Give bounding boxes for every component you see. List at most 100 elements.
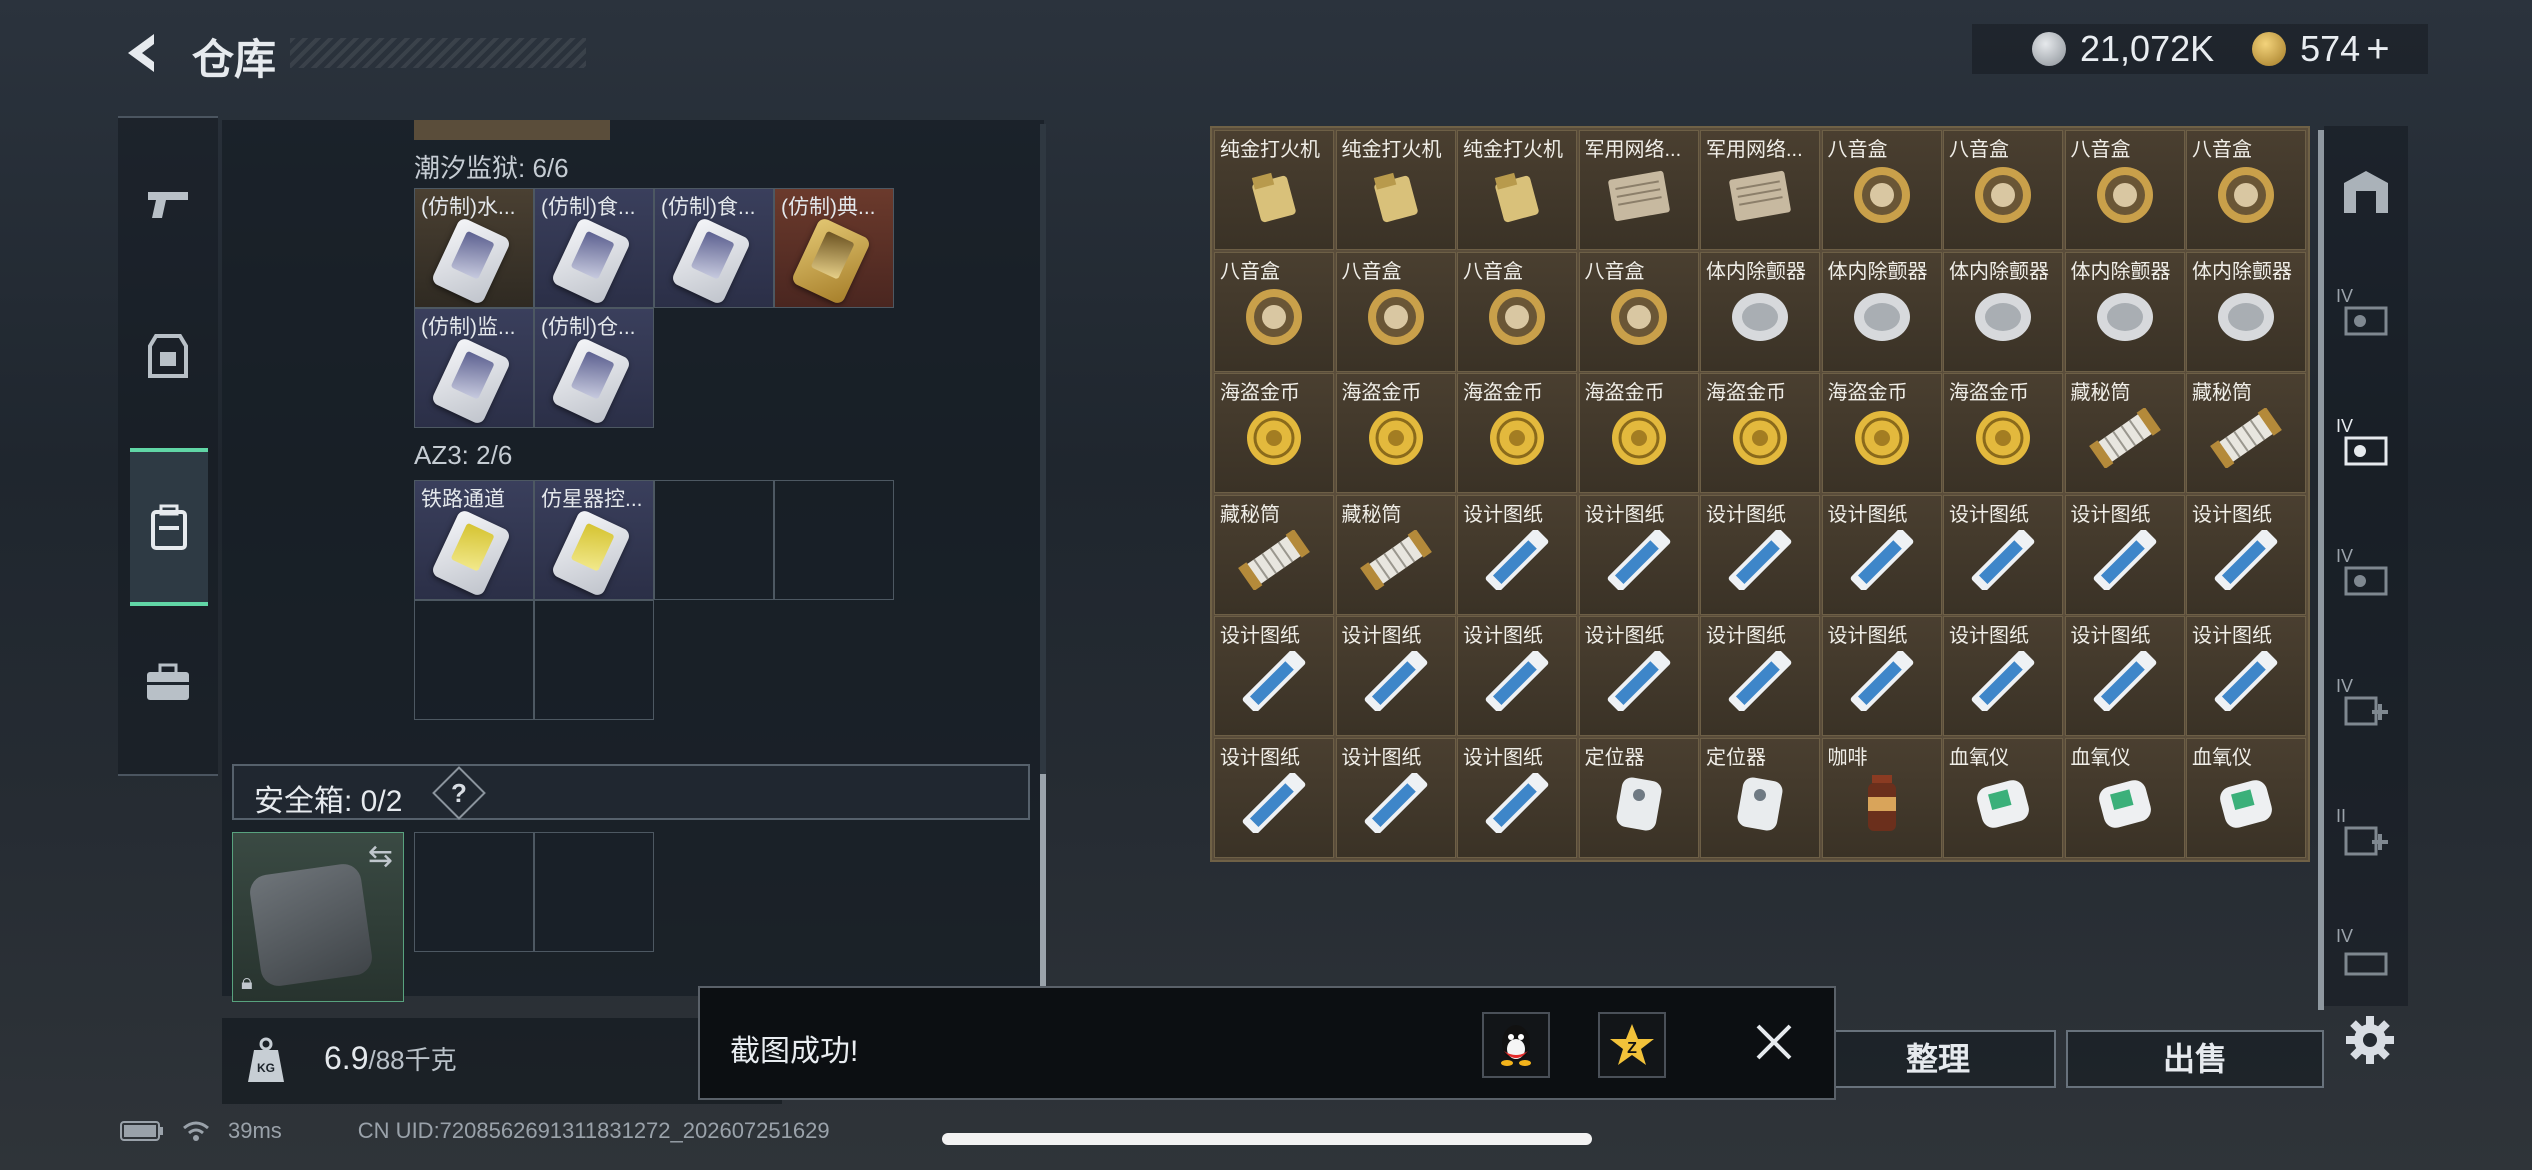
empty-slot[interactable] bbox=[774, 480, 894, 600]
stash-item-slot[interactable]: 设计图纸 bbox=[1578, 616, 1699, 736]
empty-slot[interactable] bbox=[534, 600, 654, 720]
stash-item-slot[interactable]: 藏秘筒 bbox=[1214, 494, 1334, 615]
item-name: 体内除颤器 bbox=[1706, 260, 1806, 283]
empty-slot[interactable] bbox=[654, 480, 774, 600]
share-qq-button[interactable] bbox=[1482, 1012, 1550, 1078]
stash-item-slot[interactable]: 海盗金币 bbox=[1578, 373, 1699, 493]
stash-item-slot[interactable]: 设计图纸 bbox=[2064, 494, 2185, 615]
safe-box-empty-slot[interactable] bbox=[534, 832, 654, 952]
stash-item-slot[interactable]: 设计图纸 bbox=[1700, 494, 1820, 615]
sell-button[interactable]: 出售 bbox=[2066, 1030, 2324, 1088]
stash-item-slot[interactable]: 纯金打火机 bbox=[1457, 130, 1577, 250]
gold-lighter-icon bbox=[1494, 172, 1539, 223]
stash-tab-active[interactable]: IV bbox=[2334, 416, 2398, 480]
backpack-slot[interactable]: 铁路通道 bbox=[414, 480, 534, 600]
item-image bbox=[1840, 528, 1924, 595]
add-gold-button[interactable]: + bbox=[2366, 27, 2389, 72]
item-name: 海盗金币 bbox=[1463, 382, 1543, 404]
stash-item-slot[interactable]: 设计图纸 bbox=[1335, 616, 1456, 736]
backpack-slot[interactable]: (仿制)食... bbox=[534, 188, 654, 308]
stash-item-slot[interactable]: 军用网络... bbox=[1700, 130, 1820, 250]
stash-tab-all[interactable] bbox=[2334, 160, 2398, 224]
stash-item-slot[interactable]: 纯金打火机 bbox=[1214, 130, 1334, 250]
stash-item-slot[interactable]: 体内除颤器 bbox=[2064, 251, 2185, 372]
home-indicator[interactable] bbox=[942, 1133, 1592, 1145]
help-button[interactable]: ? bbox=[432, 766, 486, 820]
stash-item-slot[interactable]: 八音盒 bbox=[1335, 251, 1456, 372]
stash-item-slot[interactable]: 藏秘筒 bbox=[1335, 494, 1456, 615]
stash-item-slot[interactable]: 定位器 bbox=[1578, 737, 1699, 858]
settings-gear-icon[interactable] bbox=[2340, 1010, 2400, 1070]
stash-tab[interactable]: IV bbox=[2334, 286, 2398, 350]
stash-tab[interactable]: IV bbox=[2334, 926, 2398, 990]
pirate-coin-icon bbox=[1854, 411, 1909, 465]
stash-item-slot[interactable]: 体内除颤器 bbox=[1700, 251, 1820, 372]
stash-item-slot[interactable]: 军用网络... bbox=[1578, 130, 1699, 250]
stash-item-slot[interactable]: 海盗金币 bbox=[1943, 373, 2063, 493]
stash-item-slot[interactable]: 海盗金币 bbox=[1335, 373, 1456, 493]
nav-backpack[interactable] bbox=[130, 448, 208, 606]
stash-item-slot[interactable]: 纯金打火机 bbox=[1335, 130, 1456, 250]
stash-item-slot[interactable]: 体内除颤器 bbox=[2186, 251, 2306, 372]
stash-item-slot[interactable]: 海盗金币 bbox=[1457, 373, 1577, 493]
stash-item-slot[interactable]: 设计图纸 bbox=[2186, 616, 2306, 736]
stash-item-slot[interactable]: 八音盒 bbox=[1214, 251, 1334, 372]
scrollbar-thumb[interactable] bbox=[1040, 774, 1046, 1004]
stash-item-slot[interactable]: 八音盒 bbox=[1821, 130, 1942, 250]
stash-item-slot[interactable]: 设计图纸 bbox=[1457, 737, 1577, 858]
stash-item-slot[interactable]: 藏秘筒 bbox=[2186, 373, 2306, 493]
backpack-slot[interactable]: (仿制)典... bbox=[774, 188, 894, 308]
stash-item-slot[interactable]: 设计图纸 bbox=[1335, 737, 1456, 858]
stash-item-slot[interactable]: 藏秘筒 bbox=[2064, 373, 2185, 493]
left-scrollbar[interactable] bbox=[1040, 124, 1046, 1004]
stash-item-slot[interactable]: 设计图纸 bbox=[1214, 616, 1334, 736]
nav-weapons[interactable] bbox=[130, 166, 206, 242]
nav-armor[interactable] bbox=[130, 318, 206, 394]
nav-case[interactable] bbox=[130, 644, 206, 720]
stash-item-slot[interactable]: 体内除颤器 bbox=[1943, 251, 2063, 372]
backpack-slot[interactable]: 仿星器控... bbox=[534, 480, 654, 600]
share-qzone-button[interactable]: Z bbox=[1598, 1012, 1666, 1078]
stash-item-slot[interactable]: 八音盒 bbox=[1578, 251, 1699, 372]
stash-item-slot[interactable]: 体内除颤器 bbox=[1821, 251, 1942, 372]
stash-item-slot[interactable]: 八音盒 bbox=[2064, 130, 2185, 250]
backpack-slot[interactable]: (仿制)食... bbox=[654, 188, 774, 308]
stash-item-slot[interactable]: 海盗金币 bbox=[1821, 373, 1942, 493]
safe-box-empty-slot[interactable] bbox=[414, 832, 534, 952]
stash-item-slot[interactable]: 海盗金币 bbox=[1214, 373, 1334, 493]
backpack-slot[interactable]: (仿制)监... bbox=[414, 308, 534, 428]
stash-item-slot[interactable]: 设计图纸 bbox=[2064, 616, 2185, 736]
stash-item-slot[interactable]: 血氧仪 bbox=[2186, 737, 2306, 858]
stash-item-slot[interactable]: 设计图纸 bbox=[1578, 494, 1699, 615]
item-name: 藏秘筒 bbox=[2070, 382, 2131, 404]
swap-icon[interactable]: ⇆ bbox=[368, 839, 393, 874]
stash-item-slot[interactable]: 咖啡 bbox=[1821, 737, 1942, 858]
backpack-slot[interactable]: (仿制)仓... bbox=[534, 308, 654, 428]
stash-item-slot[interactable]: 八音盒 bbox=[1943, 130, 2063, 250]
stash-tab[interactable]: II bbox=[2334, 806, 2398, 870]
back-arrow-icon[interactable] bbox=[118, 28, 168, 78]
safe-box-slot[interactable]: ⇆ 🔒︎ bbox=[232, 832, 404, 1002]
stash-item-slot[interactable]: 海盗金币 bbox=[1700, 373, 1820, 493]
close-icon[interactable] bbox=[1750, 1018, 1798, 1066]
stash-item-slot[interactable]: 八音盒 bbox=[2186, 130, 2306, 250]
sort-button[interactable]: 整理 bbox=[1820, 1030, 2056, 1088]
stash-item-slot[interactable]: 设计图纸 bbox=[1943, 616, 2063, 736]
stash-item-slot[interactable]: 血氧仪 bbox=[2064, 737, 2185, 858]
stash-item-slot[interactable]: 设计图纸 bbox=[1214, 737, 1334, 858]
stash-grid[interactable]: 纯金打火机 纯金打火机 纯金打火机 军用网络... 军用网络... 八音盒 八音盒 八音盒 八音… bbox=[1210, 126, 2310, 862]
stash-item-slot[interactable]: 设计图纸 bbox=[2186, 494, 2306, 615]
stash-tab[interactable]: IV bbox=[2334, 676, 2398, 740]
backpack-slot[interactable]: (仿制)水... bbox=[414, 188, 534, 308]
stash-item-slot[interactable]: 设计图纸 bbox=[1943, 494, 2063, 615]
stash-item-slot[interactable]: 设计图纸 bbox=[1457, 616, 1577, 736]
stash-item-slot[interactable]: 设计图纸 bbox=[1457, 494, 1577, 615]
stash-item-slot[interactable]: 设计图纸 bbox=[1821, 494, 1942, 615]
stash-item-slot[interactable]: 八音盒 bbox=[1457, 251, 1577, 372]
stash-item-slot[interactable]: 设计图纸 bbox=[1821, 616, 1942, 736]
stash-item-slot[interactable]: 血氧仪 bbox=[1943, 737, 2063, 858]
stash-item-slot[interactable]: 设计图纸 bbox=[1700, 616, 1820, 736]
empty-slot[interactable] bbox=[414, 600, 534, 720]
stash-item-slot[interactable]: 定位器 bbox=[1700, 737, 1820, 858]
stash-tab[interactable]: IV bbox=[2334, 546, 2398, 610]
